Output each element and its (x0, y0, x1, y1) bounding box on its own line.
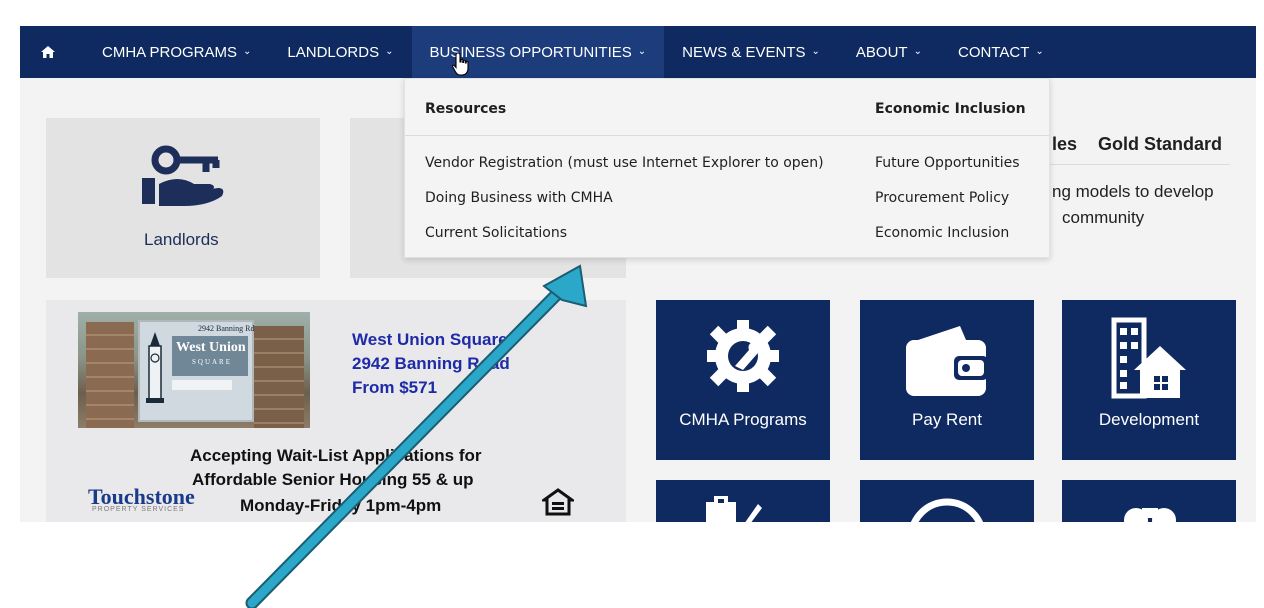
annotation-arrow (245, 264, 588, 608)
page: CMHA PROGRAMS ⌄ LANDLORDS ⌄ BUSINESS OPPOR… (0, 0, 1264, 608)
